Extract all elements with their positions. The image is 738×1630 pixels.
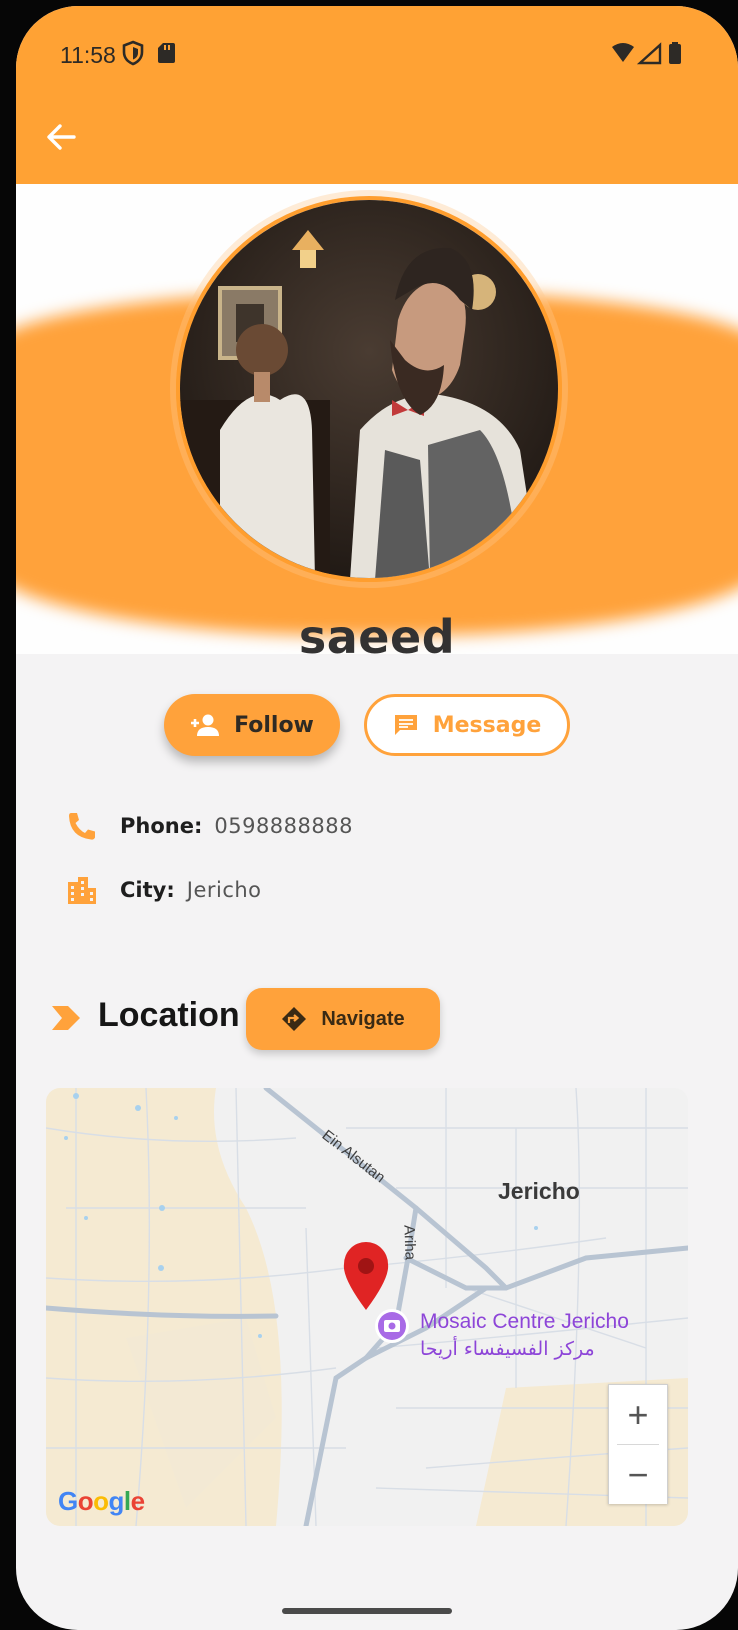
phone-icon[interactable] (66, 810, 98, 842)
wifi-icon (612, 43, 634, 62)
chat-icon (394, 715, 417, 735)
status-icons-right (612, 42, 681, 65)
camera-poi-icon[interactable] (375, 1309, 409, 1343)
road-label-ariha: Ariha (400, 1224, 419, 1261)
sd-card-icon (158, 43, 175, 63)
location-title: Location (98, 996, 240, 1034)
person-add-icon (191, 714, 220, 736)
poi-name-ar[interactable]: مركز الفسيفساء أريحا (420, 1338, 595, 1360)
avatar[interactable] (176, 196, 562, 582)
navigate-label: Navigate (321, 1007, 405, 1030)
message-button[interactable]: Message (364, 694, 570, 756)
zoom-out-button[interactable]: − (609, 1445, 667, 1504)
map-city-label: Jericho (498, 1178, 580, 1204)
directions-icon (282, 1007, 307, 1031)
phone-row: Phone: 0598888888 (66, 806, 353, 846)
message-label: Message (432, 712, 542, 738)
map-tiles (46, 1088, 688, 1526)
status-bar: 11:58 (16, 34, 738, 78)
google-logo: Google (58, 1486, 145, 1516)
city-value: Jericho (186, 878, 262, 902)
follow-label: Follow (234, 712, 314, 738)
zoom-in-button[interactable]: + (609, 1385, 667, 1444)
navigate-button[interactable]: Navigate (246, 988, 440, 1050)
poi-name-en[interactable]: Mosaic Centre Jericho (420, 1310, 629, 1334)
status-time: 11:58 (60, 42, 116, 68)
phone-label: Phone: (120, 814, 203, 838)
city-label: City: (120, 878, 175, 902)
chevron-right-icon (52, 1006, 80, 1030)
city-row: City: Jericho (66, 870, 262, 910)
follow-button[interactable]: Follow (164, 694, 340, 756)
avatar-image (180, 200, 558, 578)
phone-value[interactable]: 0598888888 (214, 814, 353, 838)
back-arrow-icon[interactable] (42, 118, 80, 156)
home-indicator[interactable] (282, 1608, 452, 1614)
profile-name: saeed (298, 610, 456, 664)
phone-screen: 11:58 saeed Follow Message Phone: 059888… (16, 6, 738, 1630)
shield-icon (122, 40, 144, 66)
building-icon (68, 877, 96, 904)
map-zoom-controls: + − (608, 1384, 668, 1504)
app-bar (16, 6, 738, 184)
battery-icon (669, 44, 681, 64)
signal-icon (636, 42, 662, 65)
map-view[interactable]: Jericho Ein Alsutan Ariha Mosaic Centre … (46, 1088, 688, 1526)
